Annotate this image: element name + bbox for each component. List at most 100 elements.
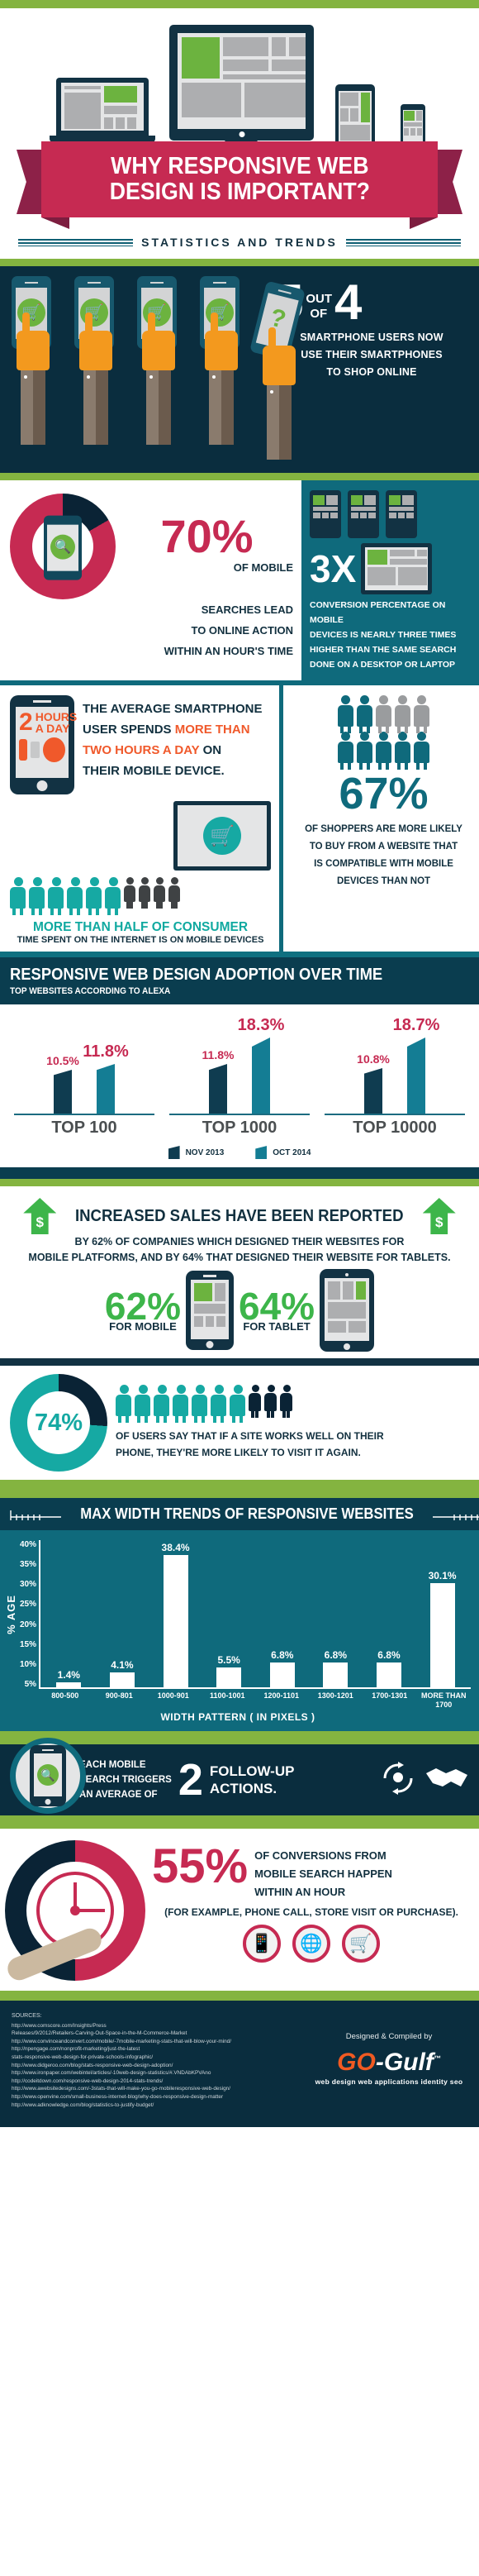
maxwidth-chart-header: MAX WIDTH TRENDS OF RESPONSIVE WEBSITES	[0, 1498, 479, 1530]
adoption-chart-legend: NOV 2013 OCT 2014	[7, 1146, 472, 1159]
maxwidth-bar-1200-1101: 6.8%	[269, 1540, 295, 1687]
bar-nov2013-top100: 10.5%	[46, 1016, 79, 1114]
conversions-line-2: MOBILE SEARCH HAPPEN	[254, 1868, 392, 1880]
shoppers-row-grey	[295, 695, 472, 733]
bar-value-label: 10.5%	[46, 1054, 79, 1067]
adoption-chart-title: RESPONSIVE WEB DESIGN ADOPTION OVER TIME	[10, 966, 383, 984]
person-icon	[116, 1385, 132, 1423]
brand-block: Designed & Compiled by GO-Gulf™ web desi…	[311, 2012, 467, 2109]
bar-value-label: 4.1%	[111, 1659, 134, 1671]
person-icon	[168, 877, 181, 909]
infographic-page: WHY RESPONSIVE WEB DESIGN IS IMPORTANT? …	[0, 0, 479, 2128]
source-link[interactable]: http://www.convinceandconvert.com/mobile…	[12, 2038, 302, 2046]
logo-trademark: ™	[433, 2054, 441, 2063]
section-usage-and-shoppers: 2 HOURS A DAY THE AVERAGE SMARTPHONE USE…	[0, 680, 479, 952]
person-icon	[173, 1385, 189, 1423]
source-link[interactable]: http://www.ironpaper.com/webintel/articl…	[12, 2069, 302, 2077]
legend-swatch	[168, 1146, 180, 1159]
followup-label-2: ACTIONS.	[209, 1781, 277, 1796]
person-icon	[86, 877, 102, 915]
search-text-4: WITHIN AN HOUR'S TIME	[164, 645, 293, 657]
source-link[interactable]: http://www.adknowledge.com/blog/statisti…	[12, 2101, 302, 2110]
designed-by-label: Designed & Compiled by	[345, 2032, 433, 2041]
person-icon	[105, 877, 121, 915]
person-icon	[337, 732, 354, 770]
mini-phone-2	[348, 490, 379, 538]
source-link[interactable]: Releases/9/2012/Retailers-Carving-Out-Sp…	[12, 2030, 302, 2038]
xtick: 900-801	[105, 1691, 133, 1700]
teal-divider-1	[0, 952, 479, 957]
maxwidth-bar-1000-901: 38.4%	[161, 1540, 190, 1687]
users-74-text-1: OF USERS SAY THAT IF A SITE WORKS WELL O…	[116, 1430, 384, 1442]
multiplier-3x-label: 3X	[310, 547, 357, 590]
bar-value-label: 5.5%	[217, 1654, 240, 1666]
ruler-icon-left	[10, 1510, 61, 1520]
ytick: 5%	[24, 1679, 37, 1689]
clock-icon	[43, 737, 66, 762]
followup-label-1: FOLLOW-UP	[209, 1763, 295, 1779]
person-icon	[264, 1385, 277, 1418]
tablet-icon	[320, 1269, 375, 1352]
shoppers-text-1: OF SHOPPERS ARE MORE LIKELY	[305, 824, 462, 834]
source-link[interactable]: stats-responsive-web-design-for-private-…	[12, 2054, 302, 2062]
conversion-text-4: DONE ON A DESKTOP OR LAPTOP	[310, 660, 455, 670]
conversions-line-1: OF CONVERSIONS FROM	[254, 1849, 387, 1862]
adoption-group-top1000: 11.8% 18.3% TOP 1000	[169, 1016, 310, 1138]
source-link[interactable]: http://www.didgeroo.com/blog/stats-respo…	[12, 2062, 302, 2070]
subtitle-rule-left	[18, 238, 134, 246]
top-green-strip	[0, 0, 479, 8]
maxwidth-bars: 1.4% 4.1% 38.4% 5.5% 6.8% 6.8% 6.8% 30.1…	[39, 1540, 471, 1689]
sources-block: SOURCES: http://www.comscore.com/Insight…	[12, 2012, 302, 2109]
person-icon	[154, 877, 166, 909]
pct-70-label: 70%	[160, 509, 254, 562]
section-followup-actions: 🔍 EACH MOBILE SEARCH TRIGGERS AN AVERAGE…	[0, 1738, 479, 1815]
source-link[interactable]: http://www.awebsitedesigns.com/-3stats-t…	[12, 2085, 302, 2093]
maxwidth-bar-1100-1001: 5.5%	[216, 1540, 242, 1687]
bar-value-label: 18.3%	[237, 1016, 285, 1034]
xtick: 1700-1301	[372, 1691, 408, 1700]
page-title-line2: DESIGN IS IMPORTANT?	[109, 179, 370, 205]
source-link[interactable]: http://www.comscore.com/Insights/Press	[12, 2022, 302, 2030]
brand-tagline: web design web applications identity seo	[315, 2077, 463, 2086]
users-74-text-2: PHONE, THEY'RE MORE LIKELY TO VISIT IT A…	[116, 1447, 361, 1458]
up-arrow-dollar-icon-left: $	[23, 1198, 57, 1234]
adoption-group-top10000: 10.8% 18.7% TOP 10000	[325, 1016, 465, 1138]
ytick: 15%	[20, 1639, 37, 1649]
bar-nov2013-top10000: 10.8%	[357, 1016, 390, 1114]
desktop-monitor-icon	[169, 25, 314, 141]
ytick: 25%	[20, 1600, 37, 1610]
devices-illustration	[0, 8, 479, 152]
adoption-chart-header: RESPONSIVE WEB DESIGN ADOPTION OVER TIME…	[0, 957, 479, 1004]
bar-value-label: 6.8%	[271, 1649, 294, 1661]
laptop-icon	[56, 78, 149, 137]
hands-phones-illustration: 🛒 🛒 🛒 🛒 ?	[0, 266, 306, 473]
person-icon	[10, 877, 26, 915]
title-ribbon: WHY RESPONSIVE WEB DESIGN IS IMPORTANT?	[0, 141, 479, 229]
person-icon	[356, 732, 373, 770]
more-than-half-sub: TIME SPENT ON THE INTERNET IS ON MOBILE …	[17, 935, 264, 945]
person-icon	[135, 1385, 151, 1423]
followup-line-2: SEARCH TRIGGERS	[79, 1775, 172, 1785]
section-shop-online: 🛒 🛒 🛒 🛒 ? OUT OF 4 SMARTPHONE USERS NOW …	[0, 266, 479, 473]
ribbon-body: WHY RESPONSIVE WEB DESIGN IS IMPORTANT?	[41, 141, 438, 217]
users-people-row	[116, 1385, 469, 1423]
followup-line-1: EACH MOBILE	[79, 1760, 146, 1770]
source-link[interactable]: http://www.openvine.com/small-business-i…	[12, 2093, 302, 2101]
phone-search-circle-icon: 🔍	[10, 1738, 86, 1814]
conversion-text-2: DEVICES IS NEARLY THREE TIMES	[310, 630, 457, 640]
followup-number: 2	[178, 1755, 203, 1805]
source-link[interactable]: http://npengage.com/nonprofit-marketing/…	[12, 2045, 302, 2054]
green-divider-4	[0, 1480, 479, 1498]
mini-phone-3	[386, 490, 417, 538]
section-increased-sales: $ INCREASED SALES HAVE BEEN REPORTED $ B…	[0, 1186, 479, 1358]
subtitle-rule-right	[345, 238, 461, 246]
source-link[interactable]: http://codeitdown.com/responsive-web-des…	[12, 2077, 302, 2086]
person-icon	[413, 732, 430, 770]
person-icon	[67, 877, 83, 915]
for-tablet-caption: FOR TABLET	[243, 1319, 311, 1333]
ytick: 35%	[20, 1560, 37, 1570]
sales-heading: INCREASED SALES HAVE BEEN REPORTED	[75, 1206, 404, 1225]
bar-value-label: 38.4%	[161, 1542, 190, 1553]
person-icon	[394, 732, 411, 770]
more-than-half-headline: MORE THAN HALF OF CONSUMER	[32, 920, 249, 934]
